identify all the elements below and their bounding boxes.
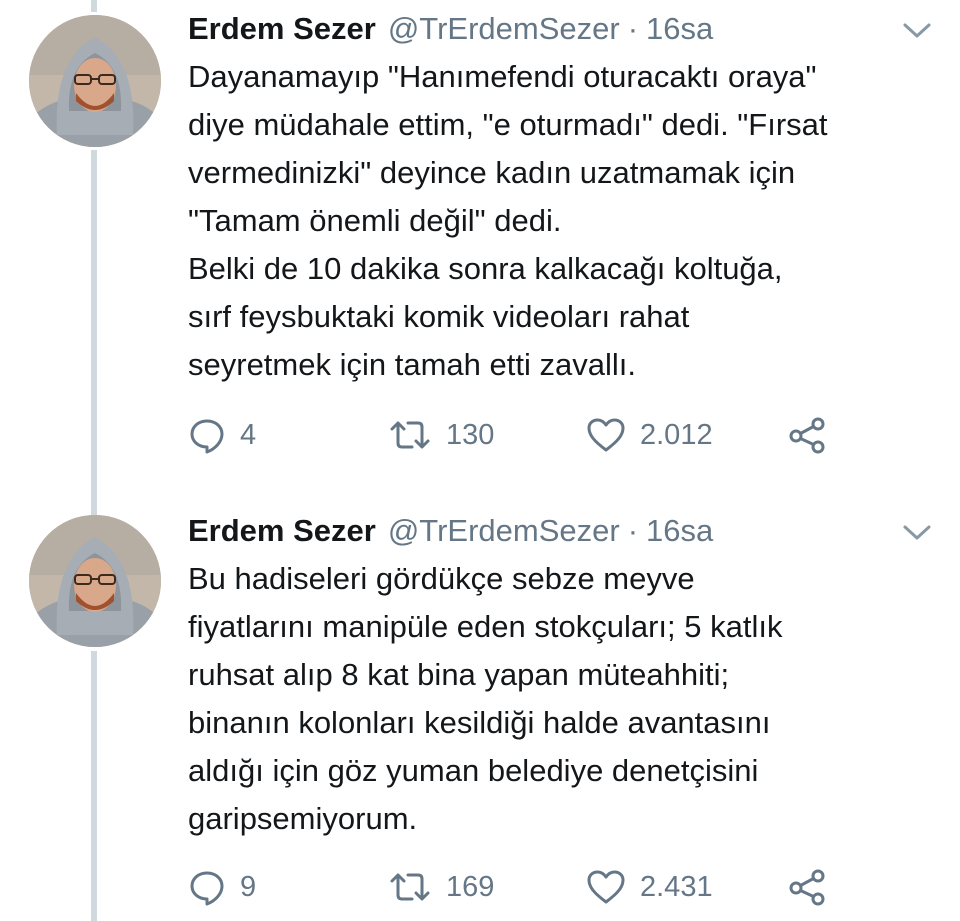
tweet-text: Dayanamayıp "Hanımefendi oturacaktı oray… xyxy=(188,59,828,382)
share-button[interactable] xyxy=(786,415,828,455)
reply-icon xyxy=(190,871,224,906)
tweet[interactable]: Erdem Sezer @TrErdemSezer · 16sa Bu hadi… xyxy=(0,507,960,921)
avatar[interactable] xyxy=(29,15,161,147)
reply-count: 4 xyxy=(240,418,257,451)
tweet-header: Erdem Sezer @TrErdemSezer · 16sa xyxy=(188,5,713,53)
reply-icon xyxy=(190,419,224,454)
avatar-image xyxy=(29,15,161,147)
avatar-image xyxy=(29,515,161,647)
author-handle[interactable]: @TrErdemSezer xyxy=(388,5,620,53)
share-button[interactable] xyxy=(786,867,828,907)
reply-count: 9 xyxy=(240,870,257,903)
retweet-icon xyxy=(390,873,430,901)
heart-icon xyxy=(587,418,625,452)
author-name[interactable]: Erdem Sezer xyxy=(188,507,376,555)
retweet-icon xyxy=(390,421,430,449)
author-name[interactable]: Erdem Sezer xyxy=(188,5,376,53)
avatar[interactable] xyxy=(29,515,161,647)
reply-button[interactable]: 9 xyxy=(188,867,256,907)
chevron-down-icon[interactable] xyxy=(900,19,934,41)
retweet-button[interactable]: 169 xyxy=(388,867,494,907)
tweet-text: Bu hadiseleri gördükçe sebze meyve fiyat… xyxy=(188,561,783,836)
header-separator: · xyxy=(627,513,639,548)
reply-button[interactable]: 4 xyxy=(188,415,256,455)
timestamp[interactable]: 16sa xyxy=(646,507,713,555)
tweet-actions: 9 169 2.431 xyxy=(188,867,888,907)
tweet-actions: 4 130 2.012 xyxy=(188,415,888,455)
retweet-button[interactable]: 130 xyxy=(388,415,494,455)
retweet-count: 130 xyxy=(446,418,495,451)
header-separator: · xyxy=(627,11,639,46)
like-button[interactable]: 2.431 xyxy=(586,867,713,907)
tweet[interactable]: Erdem Sezer @TrErdemSezer · 16sa Dayanam… xyxy=(0,5,960,475)
timestamp[interactable]: 16sa xyxy=(646,5,713,53)
share-icon xyxy=(789,869,825,906)
like-count: 2.012 xyxy=(640,418,713,451)
like-button[interactable]: 2.012 xyxy=(586,415,713,455)
author-handle[interactable]: @TrErdemSezer xyxy=(388,507,620,555)
tweet-header: Erdem Sezer @TrErdemSezer · 16sa xyxy=(188,507,713,555)
retweet-count: 169 xyxy=(446,870,495,903)
chevron-down-icon[interactable] xyxy=(900,521,934,543)
heart-icon xyxy=(587,870,625,904)
like-count: 2.431 xyxy=(640,870,713,903)
share-icon xyxy=(789,417,825,454)
